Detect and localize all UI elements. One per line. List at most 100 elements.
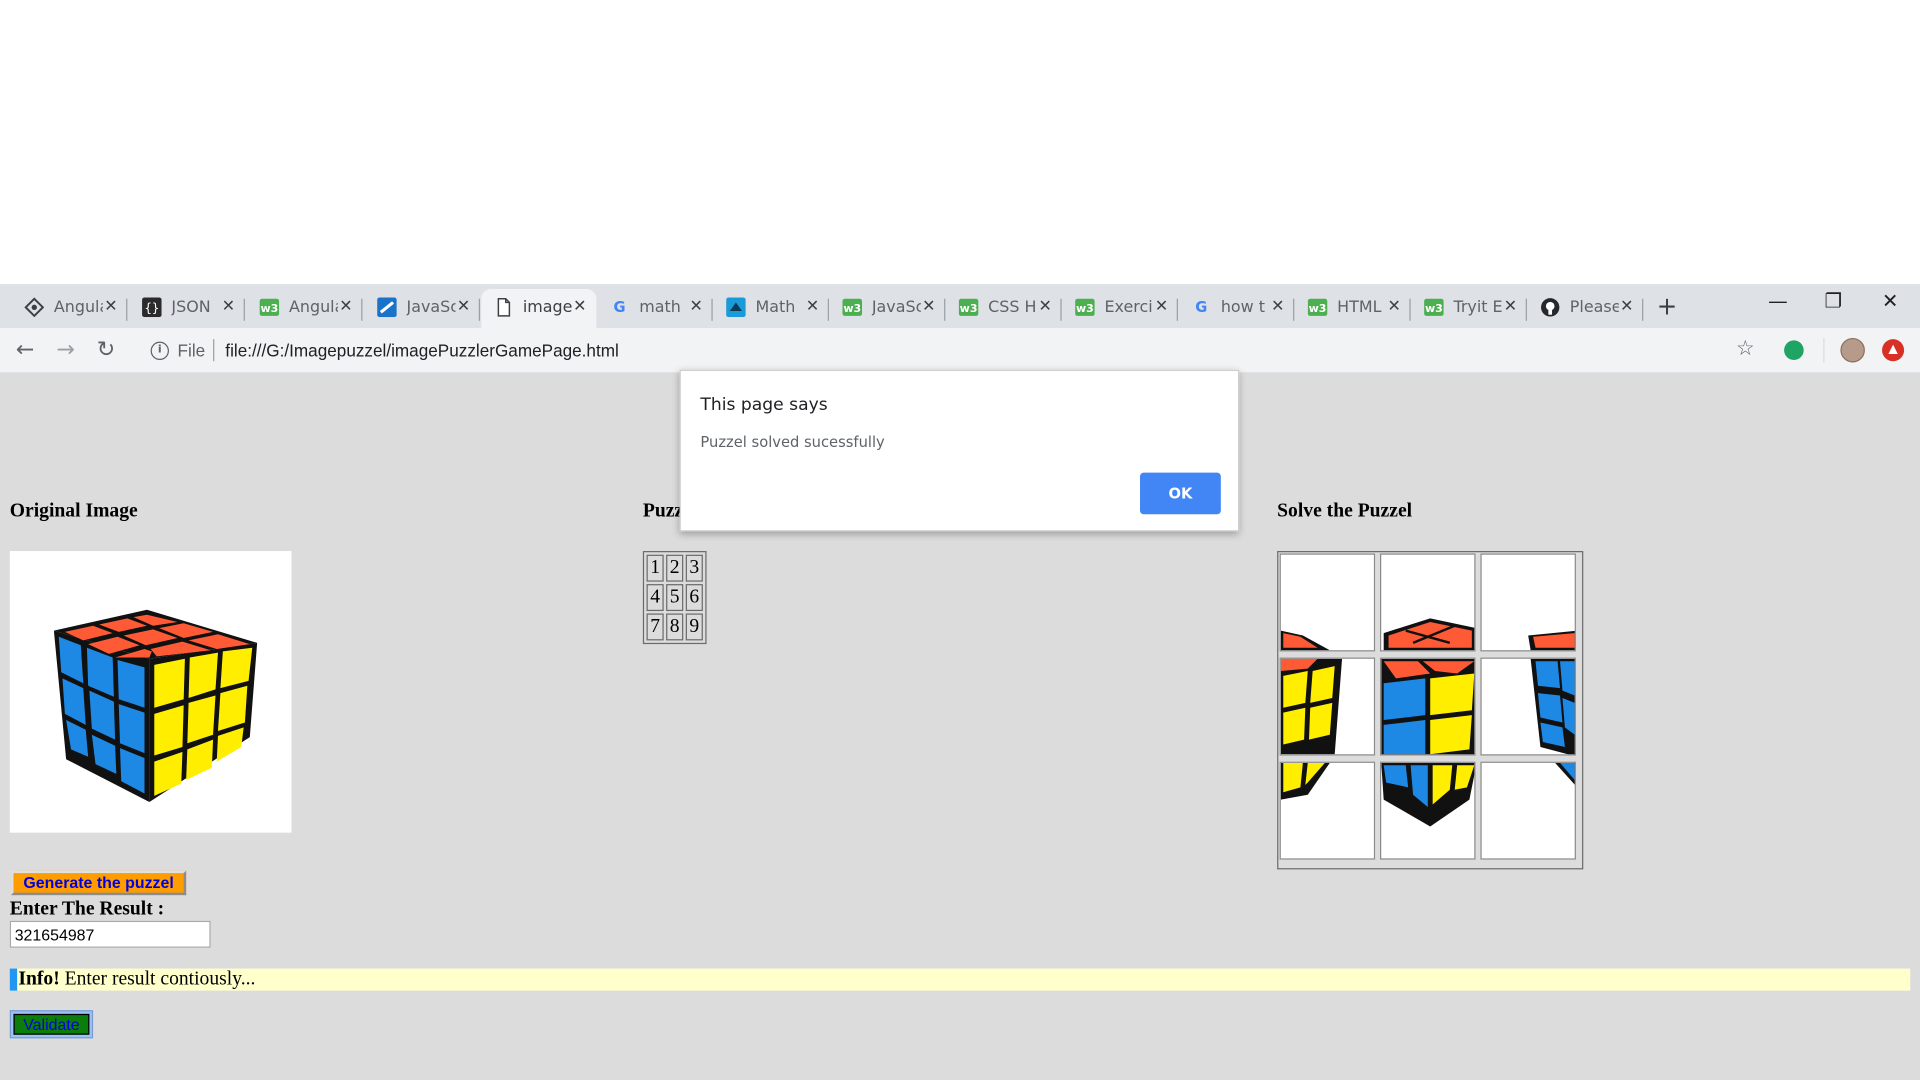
new-tab-plus-icon[interactable]: + xyxy=(1657,291,1678,320)
tab-separator xyxy=(478,298,481,321)
tab-separator xyxy=(1060,298,1062,321)
solve-puzzle-heading: Solve the Puzzel xyxy=(1277,500,1413,522)
validate-focus-ring: Validate xyxy=(9,1010,94,1039)
back-arrow-icon[interactable]: ← xyxy=(16,337,34,363)
grid-cell: 9 xyxy=(685,613,703,641)
close-icon[interactable]: ✕ xyxy=(339,298,352,316)
close-icon[interactable]: ✕ xyxy=(1155,298,1168,316)
restore-icon[interactable]: ❐ xyxy=(1825,289,1843,312)
grid-cell: 1 xyxy=(646,554,664,582)
url-scheme-label: File xyxy=(177,340,206,361)
angular-diamond-icon xyxy=(24,297,45,318)
close-icon[interactable]: ✕ xyxy=(690,298,703,316)
close-icon[interactable]: ✕ xyxy=(1387,298,1400,316)
grid-cell: 3 xyxy=(685,554,703,582)
tab-title: CSS H xyxy=(988,298,1037,318)
tab-separator xyxy=(711,298,713,321)
tab-css[interactable]: w3 CSS H ✕ xyxy=(947,289,1062,328)
info-icon[interactable]: i xyxy=(150,341,169,361)
close-icon[interactable]: ✕ xyxy=(1038,298,1051,316)
toolbar-separator xyxy=(1823,337,1825,363)
tab-title: Tryit E xyxy=(1453,298,1503,318)
puzzle-piece-3[interactable] xyxy=(1480,553,1576,652)
tab-separator xyxy=(1409,298,1411,321)
tab-separator xyxy=(944,298,946,321)
forward-arrow-icon[interactable]: → xyxy=(56,337,74,363)
puzzle-piece-1[interactable] xyxy=(1279,553,1376,652)
w3schools-icon: w3 xyxy=(842,298,863,318)
bookmark-star-icon[interactable]: ☆ xyxy=(1736,337,1755,361)
extension-red-icon[interactable]: ▲ xyxy=(1882,339,1905,362)
grid-cell: 6 xyxy=(685,584,703,612)
close-icon[interactable]: ✕ xyxy=(222,298,235,316)
tab-please-github[interactable]: Please ✕ xyxy=(1528,289,1644,328)
result-label: Enter The Result : xyxy=(9,898,165,920)
grid-cell: 8 xyxy=(666,613,684,641)
tab-tryit[interactable]: w3 Tryit E ✕ xyxy=(1412,289,1527,328)
tab-how-google[interactable]: G how t ✕ xyxy=(1179,289,1295,328)
puzzle-piece-8[interactable] xyxy=(1380,761,1476,860)
minimize-icon[interactable]: — xyxy=(1768,289,1788,312)
extension-green-icon[interactable] xyxy=(1784,340,1804,361)
tab-title: JavaScript xyxy=(871,298,921,318)
reload-icon[interactable]: ↻ xyxy=(97,337,115,363)
tab-math-google[interactable]: G math ✕ xyxy=(598,289,713,328)
tab-javascript-2[interactable]: w3 JavaScript ✕ xyxy=(830,289,946,328)
svg-text:w3: w3 xyxy=(960,302,978,315)
tab-title: JavaScript xyxy=(406,298,456,318)
generate-puzzle-button[interactable]: Generate the puzzel xyxy=(11,870,187,896)
svg-text:w3: w3 xyxy=(1309,302,1327,315)
close-icon[interactable]: ✕ xyxy=(1504,298,1517,316)
close-icon[interactable]: ✕ xyxy=(457,298,470,316)
tab-image-active[interactable]: image ✕ xyxy=(481,288,597,329)
math-site-icon xyxy=(726,297,746,318)
tab-json[interactable]: {} JSON ✕ xyxy=(130,289,245,328)
puzzle-piece-2[interactable] xyxy=(1380,553,1476,652)
json-braces-icon: {} xyxy=(142,297,162,318)
svg-text:w3: w3 xyxy=(260,302,278,315)
address-bar[interactable]: i File file:///G:/Imagepuzzel/imagePuzzl… xyxy=(135,331,1763,369)
github-icon xyxy=(1540,298,1560,318)
validate-button[interactable]: Validate xyxy=(13,1013,90,1035)
close-icon[interactable]: ✕ xyxy=(104,298,117,316)
w3schools-icon: w3 xyxy=(958,298,979,318)
javascript-site-icon xyxy=(377,297,397,318)
puzzle-piece-9[interactable] xyxy=(1480,761,1576,860)
screen: Angular ✕ {} JSON ✕ w3 Angular ✕ JavaScr… xyxy=(0,0,1920,1080)
tab-exercise[interactable]: w3 Exercise ✕ xyxy=(1063,289,1178,328)
puzzle-piece-6[interactable] xyxy=(1480,657,1576,756)
result-input[interactable] xyxy=(9,920,211,948)
tab-math-site[interactable]: Math ✕ xyxy=(714,289,829,328)
tab-separator xyxy=(126,298,128,321)
grid-cell: 7 xyxy=(646,613,664,641)
info-alert: Info! Enter result contiously... xyxy=(9,968,1911,991)
close-icon[interactable]: ✕ xyxy=(922,298,935,316)
profile-avatar[interactable] xyxy=(1840,337,1865,363)
dialog-message: Puzzel solved sucessfully xyxy=(700,433,885,451)
puzzle-piece-5[interactable] xyxy=(1380,657,1476,756)
close-icon[interactable]: ✕ xyxy=(1271,298,1284,316)
tab-separator xyxy=(1293,298,1295,321)
close-icon[interactable]: ✕ xyxy=(1620,298,1633,316)
puzzle-piece-4[interactable] xyxy=(1279,657,1376,756)
url-divider xyxy=(213,339,215,362)
tab-title: Angular xyxy=(288,298,338,318)
number-grid: 123 456 789 xyxy=(642,551,707,645)
dialog-ok-button[interactable]: OK xyxy=(1140,472,1221,515)
tab-angular-1[interactable]: Angular ✕ xyxy=(12,289,128,328)
tab-title: Angular xyxy=(53,298,103,318)
info-strong-label: Info! xyxy=(18,968,60,990)
close-icon[interactable]: ✕ xyxy=(806,298,819,316)
window-close-icon[interactable]: ✕ xyxy=(1882,289,1898,312)
url-text[interactable]: file:///G:/Imagepuzzel/imagePuzzlerGameP… xyxy=(225,340,619,360)
tab-html[interactable]: w3 HTML ✕ xyxy=(1296,289,1411,328)
w3schools-icon: w3 xyxy=(259,298,280,318)
tab-angular-2[interactable]: w3 Angular ✕ xyxy=(247,289,363,328)
close-icon[interactable]: ✕ xyxy=(573,298,586,316)
tab-javascript-1[interactable]: JavaScript ✕ xyxy=(365,289,481,328)
alert-dialog: This page says Puzzel solved sucessfully… xyxy=(679,369,1240,532)
svg-text:w3: w3 xyxy=(1076,302,1094,315)
puzzle-piece-7[interactable] xyxy=(1279,761,1376,860)
svg-text:{}: {} xyxy=(144,301,159,315)
tab-separator xyxy=(827,298,829,321)
